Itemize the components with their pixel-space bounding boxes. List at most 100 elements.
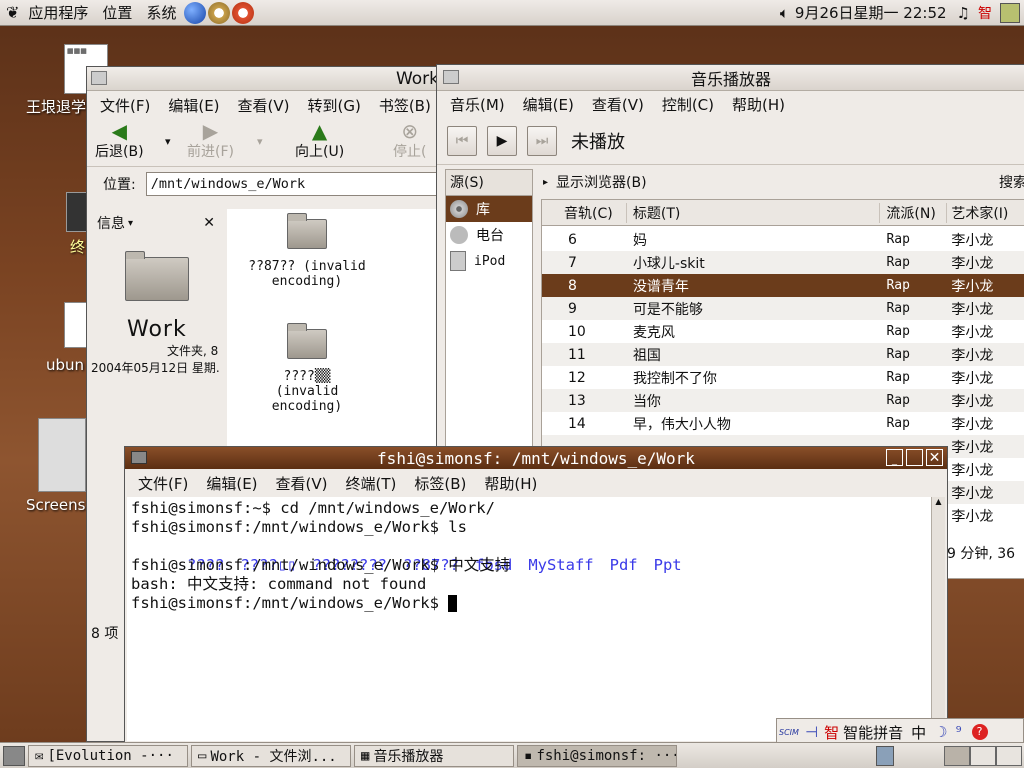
- column-track[interactable]: 音轨(C): [542, 202, 627, 223]
- show-browser-toggle[interactable]: 显示浏览器(B): [556, 172, 647, 192]
- track-row[interactable]: 10 麦克风 Rap 李小龙: [542, 320, 1024, 343]
- side-pane-header: 信息 ▾ ✕: [91, 209, 221, 237]
- menu-control[interactable]: 控制(C): [653, 94, 723, 115]
- close-icon[interactable]: ✕: [203, 215, 215, 231]
- ime-engine-icon[interactable]: 智: [824, 722, 839, 743]
- file-item[interactable]: ????▒▒ (invalid encoding): [237, 323, 377, 414]
- music-player-titlebar[interactable]: 音乐播放器: [437, 65, 1024, 91]
- updates-icon[interactable]: [1000, 2, 1020, 23]
- taskbar-item-music-player[interactable]: ▦ 音乐播放器: [354, 744, 514, 767]
- track-row[interactable]: 7 小球儿-skit Rap 李小龙: [542, 251, 1024, 274]
- menu-help[interactable]: 帮助(H): [723, 94, 794, 115]
- file-item-name-1: ????▒▒: [283, 369, 331, 384]
- help-launcher-icon[interactable]: [232, 1, 255, 24]
- desktop-screenshot-icon[interactable]: [38, 418, 86, 492]
- desktop-icon-label-2[interactable]: 终: [70, 236, 85, 257]
- punctuation-icon[interactable]: ⁹: [956, 723, 962, 741]
- menu-view[interactable]: 查看(V): [229, 95, 299, 116]
- track-row[interactable]: 12 我控制不了你 Rap 李小龙: [542, 366, 1024, 389]
- file-item-name-1: ??87?? (invalid: [248, 259, 366, 274]
- file-item-name-2: (invalid: [275, 384, 339, 399]
- menu-edit[interactable]: 编辑(E): [159, 95, 228, 116]
- clock[interactable]: 9月26日星期一 22:52: [795, 2, 947, 23]
- places-menu[interactable]: 位置: [95, 0, 139, 26]
- workspace-2[interactable]: [970, 745, 996, 766]
- column-genre[interactable]: 流派(N): [880, 202, 948, 223]
- column-title[interactable]: 标题(T): [627, 202, 881, 223]
- applications-menu[interactable]: 应用程序: [21, 0, 95, 26]
- expander-icon[interactable]: ▸: [543, 177, 548, 188]
- terminal-scrollbar[interactable]: ▲: [931, 497, 945, 741]
- terminal-screen[interactable]: fshi@simonsf:~$ cd /mnt/windows_e/Work/ …: [127, 497, 931, 741]
- location-input[interactable]: /mnt/windows_e/Work: [145, 172, 445, 196]
- back-button[interactable]: ◀ 后退(B): [95, 121, 144, 161]
- ime-indicator[interactable]: 智: [978, 3, 992, 23]
- workspace-switcher[interactable]: [944, 745, 1022, 766]
- pin-icon[interactable]: ⊣: [805, 723, 818, 741]
- close-button[interactable]: ✕: [926, 449, 943, 466]
- ime-language[interactable]: 中: [911, 722, 926, 743]
- previous-button[interactable]: ⏮︎: [447, 125, 477, 156]
- column-artist[interactable]: 艺术家(I): [947, 203, 1024, 223]
- show-desktop-icon[interactable]: [3, 745, 25, 766]
- back-history-icon[interactable]: ▾: [165, 135, 171, 148]
- terminal-titlebar[interactable]: fshi@simonsf: /mnt/windows_e/Work _ ✕: [125, 447, 947, 469]
- taskbar-item-file-manager[interactable]: ▭ Work - 文件浏...: [191, 744, 351, 767]
- top-panel: ❦ 应用程序 位置 系统 🔈︎ 9月26日星期一 22:52 ♫ 智: [0, 0, 1024, 26]
- menu-file[interactable]: 文件(F): [91, 95, 159, 116]
- source-header[interactable]: 源(S): [446, 170, 532, 196]
- file-manager-titlebar[interactable]: Work: [87, 67, 445, 91]
- menu-help[interactable]: 帮助(H): [475, 473, 546, 494]
- browser-launcher-icon[interactable]: [184, 1, 207, 24]
- source-radio[interactable]: 电台: [446, 222, 532, 248]
- volume-icon[interactable]: 🔈︎: [780, 4, 789, 22]
- search-label: 搜索: [999, 175, 1024, 191]
- desktop-icon-label-4[interactable]: Screens: [26, 496, 85, 514]
- system-menu[interactable]: 系统: [139, 0, 183, 26]
- menu-go[interactable]: 转到(G): [299, 95, 370, 116]
- menu-view[interactable]: 查看(V): [267, 473, 337, 494]
- menu-music[interactable]: 音乐(M): [441, 94, 514, 115]
- ubuntu-logo-icon[interactable]: ❦: [0, 3, 21, 22]
- menu-edit[interactable]: 编辑(E): [197, 473, 266, 494]
- menu-edit[interactable]: 编辑(E): [514, 94, 583, 115]
- track-row[interactable]: 14 早，伟大小人物 Rap 李小龙: [542, 412, 1024, 435]
- taskbar-item-evolution[interactable]: ✉ [Evolution -···: [28, 744, 188, 767]
- scroll-up-arrow-icon[interactable]: ▲: [932, 497, 945, 506]
- trash-icon[interactable]: [876, 745, 894, 766]
- track-row[interactable]: 8 没谱青年 Rap 李小龙: [542, 274, 1024, 297]
- track-row[interactable]: 9 可是不能够 Rap 李小龙: [542, 297, 1024, 320]
- menu-file[interactable]: 文件(F): [129, 473, 197, 494]
- menu-terminal[interactable]: 终端(T): [337, 473, 406, 494]
- half-width-icon[interactable]: ☽: [934, 723, 947, 741]
- menu-tabs[interactable]: 标签(B): [405, 473, 475, 494]
- workspace-1[interactable]: [944, 745, 970, 766]
- desktop-icon-label-1[interactable]: 王垠退学: [26, 96, 86, 117]
- track-row[interactable]: 13 当你 Rap 李小龙: [542, 389, 1024, 412]
- source-ipod[interactable]: iPod: [446, 248, 532, 274]
- workspace-3[interactable]: [996, 745, 1022, 766]
- menu-view[interactable]: 查看(V): [583, 94, 653, 115]
- minimize-button[interactable]: _: [886, 449, 903, 466]
- music-note-icon[interactable]: ♫: [957, 4, 970, 22]
- source-library[interactable]: 库: [446, 196, 532, 222]
- track-row[interactable]: 6 妈 Rap 李小龙: [542, 228, 1024, 251]
- next-button[interactable]: ⏭︎: [527, 125, 557, 156]
- email-launcher-icon[interactable]: [208, 1, 231, 24]
- forward-history-icon[interactable]: ▾: [257, 135, 263, 148]
- desktop-icon-label-3[interactable]: ubun: [46, 356, 84, 374]
- track-row[interactable]: 11 祖国 Rap 李小龙: [542, 343, 1024, 366]
- up-button[interactable]: ▲ 向上(U): [295, 121, 344, 161]
- chevron-down-icon[interactable]: ▾: [128, 218, 133, 229]
- side-pane-selector[interactable]: 信息: [97, 213, 125, 233]
- ime-mode-label[interactable]: 智能拼音: [843, 722, 903, 743]
- maximize-button[interactable]: [906, 449, 923, 466]
- file-item[interactable]: ??87?? (invalid encoding): [237, 213, 377, 289]
- play-button[interactable]: ▶: [487, 125, 517, 156]
- forward-button[interactable]: ▶ 前进(F): [187, 121, 234, 161]
- menu-bookmarks[interactable]: 书签(B): [370, 95, 440, 116]
- help-icon[interactable]: ?: [971, 724, 988, 740]
- taskbar-item-terminal[interactable]: ▪ fshi@simonsf: ···: [517, 744, 677, 767]
- stop-button[interactable]: ⊗ 停止(: [393, 121, 426, 161]
- scim-logo[interactable]: SCIM: [779, 728, 799, 737]
